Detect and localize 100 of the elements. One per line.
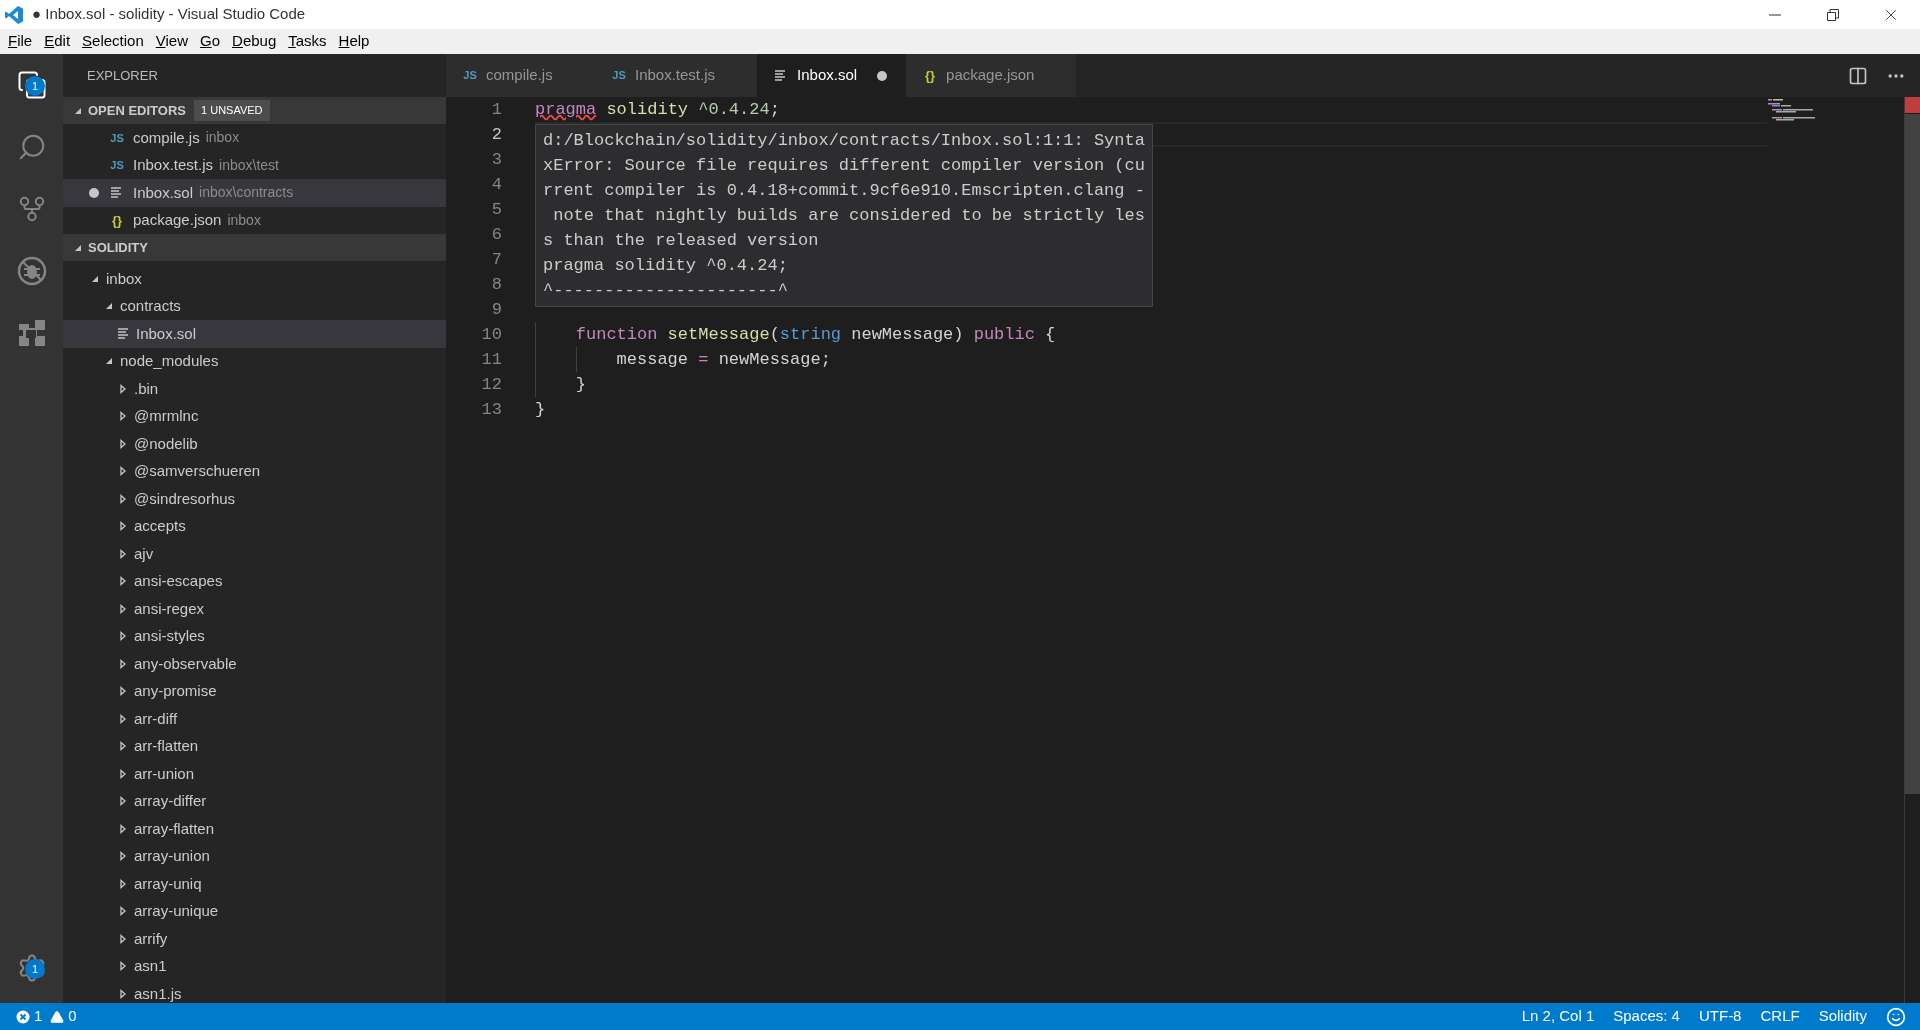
- file-name: Inbox.sol: [133, 182, 194, 203]
- open-editor-item[interactable]: {} package.json inbox: [63, 206, 446, 234]
- notification-badge: 1: [25, 76, 45, 96]
- collapsed-arrow-icon: [118, 988, 128, 999]
- collapsed-arrow-icon: [118, 796, 128, 807]
- menu-bar-entry[interactable]: Help: [332, 30, 376, 53]
- explorer-folder-row[interactable]: any-promise: [63, 677, 446, 705]
- item-label: array-union: [134, 846, 210, 866]
- js-file-icon: JS: [109, 129, 125, 146]
- explorer-folder-row[interactable]: contracts: [63, 292, 446, 320]
- explorer-folder-row[interactable]: ansi-regex: [63, 595, 446, 623]
- explorer-folder-row[interactable]: .bin: [63, 375, 446, 403]
- explorer-folder-row[interactable]: arr-diff: [63, 705, 446, 733]
- hover-text-line: xError: Source file requires different compiler version (cu: [543, 155, 1145, 177]
- explorer-folder-row[interactable]: ajv: [63, 540, 446, 568]
- explorer-folder-row[interactable]: arrify: [63, 925, 446, 953]
- explorer-folder-row[interactable]: inbox: [63, 265, 446, 293]
- item-label: ansi-styles: [134, 626, 205, 646]
- problems-indicator[interactable]: 1 0: [0, 1005, 77, 1028]
- explorer-folder-row[interactable]: arr-union: [63, 760, 446, 788]
- extensions-icon[interactable]: [16, 318, 47, 348]
- scrollbar-thumb[interactable]: [1905, 114, 1920, 794]
- explorer-folder-row[interactable]: accepts: [63, 512, 446, 540]
- explorer-folder-row[interactable]: @sindresorhus: [63, 485, 446, 513]
- menu-bar-entry[interactable]: Selection: [76, 30, 150, 53]
- collapsed-arrow-icon: [118, 466, 128, 477]
- menu-bar-entry[interactable]: Tasks: [282, 30, 333, 53]
- explorer-folder-row[interactable]: @mrmlnc: [63, 402, 446, 430]
- hover-text-line: ^----------------------^: [543, 280, 789, 302]
- split-editor-icon[interactable]: [1848, 65, 1868, 86]
- collapsed-arrow-icon: [118, 713, 128, 724]
- menu-bar-entry[interactable]: Go: [194, 30, 227, 53]
- collapsed-arrow-icon: [118, 521, 128, 532]
- item-label: accepts: [134, 516, 186, 536]
- section-header[interactable]: OPEN EDITORS 1 UNSAVED: [63, 97, 446, 124]
- json-file-icon: {}: [922, 65, 939, 86]
- item-label: array-uniq: [134, 873, 202, 894]
- restore-icon: [1827, 8, 1839, 21]
- editor-tab[interactable]: JS Inbox.test.js: [595, 54, 758, 97]
- editor-tab[interactable]: JS compile.js: [446, 54, 595, 97]
- hover-text-line: pragma solidity ^0.4.24;: [543, 255, 789, 277]
- file-name: Inbox.test.js: [133, 155, 214, 175]
- menu-bar-entry[interactable]: Edit: [38, 30, 77, 53]
- lines-file-icon: [117, 327, 131, 340]
- open-editor-item[interactable]: JS compile.js inbox: [63, 124, 446, 152]
- explorer-folder-row[interactable]: asn1.js: [63, 980, 446, 1003]
- explorer-folder-row[interactable]: ansi-escapes: [63, 567, 446, 595]
- explorer-folder-row[interactable]: any-observable: [63, 650, 446, 678]
- open-editor-item[interactable]: Inbox.sol inbox\contracts: [63, 179, 446, 207]
- overview-ruler-error-mark: [1905, 97, 1920, 113]
- file-folder: inbox: [227, 210, 261, 230]
- explorer-folder-row[interactable]: arr-flatten: [63, 732, 446, 760]
- explorer-folder-row[interactable]: array-union: [63, 842, 446, 870]
- open-editor-item[interactable]: JS Inbox.test.js inbox\test: [63, 151, 446, 179]
- status-item[interactable]: UTF-8: [1698, 1005, 1742, 1028]
- item-label: array-unique: [134, 901, 219, 921]
- status-item[interactable]: CRLF: [1760, 1005, 1800, 1028]
- status-item[interactable]: Ln 2, Col 1: [1521, 1005, 1595, 1028]
- explorer-folder-row[interactable]: node_modules: [63, 347, 446, 375]
- explorer-folder-row[interactable]: asn1: [63, 952, 446, 980]
- item-label: any-observable: [134, 653, 237, 674]
- explorer-folder-row[interactable]: @samverschueren: [63, 457, 446, 485]
- explorer-folder-row[interactable]: array-unique: [63, 897, 446, 925]
- explorer-folder-row[interactable]: array-differ: [63, 787, 446, 815]
- explorer-file-row[interactable]: Inbox.sol: [63, 320, 446, 348]
- explorer-folder-row[interactable]: ansi-styles: [63, 622, 446, 650]
- status-item[interactable]: Solidity: [1818, 1005, 1867, 1028]
- explorer-folder-row[interactable]: array-flatten: [63, 815, 446, 843]
- line-number: 10: [480, 323, 502, 346]
- collapsed-arrow-icon: [118, 768, 128, 779]
- item-label: contracts: [120, 296, 181, 316]
- line-number: 6: [490, 223, 502, 246]
- files-icon[interactable]: [16, 70, 47, 100]
- code-line: pragma solidity ^0.4.24;: [535, 98, 780, 121]
- feedback-smiley-icon[interactable]: [1886, 1006, 1906, 1027]
- editor-tab[interactable]: {} package.json: [906, 54, 1077, 97]
- item-label: asn1: [134, 956, 167, 976]
- menu-bar-entry[interactable]: View: [149, 30, 194, 53]
- item-label: arr-union: [134, 763, 195, 784]
- collapsed-arrow-icon: [118, 878, 128, 889]
- section-title: SOLIDITY: [88, 238, 148, 257]
- explorer-folder-row[interactable]: @nodelib: [63, 430, 446, 458]
- section-title: OPEN EDITORS: [88, 101, 186, 120]
- line-number: 7: [490, 248, 502, 271]
- section-header[interactable]: SOLIDITY: [63, 234, 446, 261]
- line-number: 13: [480, 398, 502, 421]
- item-label: .bin: [134, 378, 159, 399]
- debug-icon[interactable]: [15, 255, 48, 287]
- json-file-icon: {}: [109, 210, 125, 230]
- hover-text-line: d:/Blockchain/solidity/inbox/contracts/Inbox.sol:1:1: Synta: [543, 130, 1145, 152]
- notification-badge: 1: [25, 959, 45, 979]
- item-label: arrify: [134, 928, 168, 949]
- menu-bar-entry[interactable]: Debug: [226, 30, 283, 53]
- window-title: ● Inbox.sol - solidity - Visual Studio Code: [32, 4, 306, 25]
- code-line: message = newMessage;: [615, 348, 831, 371]
- status-item[interactable]: Spaces: 4: [1613, 1005, 1680, 1028]
- menu-bar-entry[interactable]: File: [2, 30, 39, 53]
- editor-tab[interactable]: Inbox.sol: [757, 54, 907, 97]
- file-folder: inbox\test: [219, 155, 279, 175]
- explorer-folder-row[interactable]: array-uniq: [63, 870, 446, 898]
